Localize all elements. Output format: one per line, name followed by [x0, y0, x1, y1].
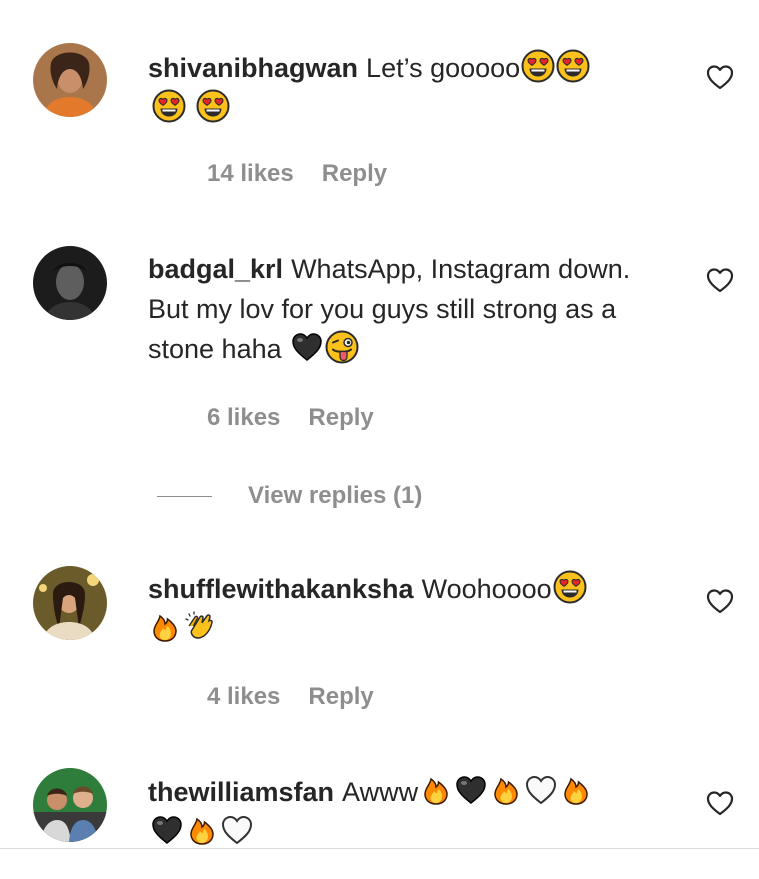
- view-replies-button[interactable]: View replies (1): [157, 482, 422, 510]
- heart-eyes-emoji-icon: [521, 49, 555, 83]
- fire-emoji-icon: [148, 610, 182, 644]
- like-heart-icon[interactable]: [705, 265, 735, 295]
- reply-button[interactable]: Reply: [308, 404, 373, 431]
- clapping-hands-emoji-icon: [183, 610, 217, 644]
- like-heart-icon[interactable]: [705, 788, 735, 818]
- avatar[interactable]: [33, 566, 107, 640]
- comment-body: Awww: [342, 777, 419, 807]
- divider: [0, 848, 759, 849]
- comment-meta: 14 likes Reply: [207, 160, 415, 188]
- divider-line: [157, 496, 212, 498]
- heart-eyes-emoji-icon: [553, 570, 587, 604]
- likes-count[interactable]: 14 likes: [207, 160, 294, 187]
- comment-body: Let’s gooooo: [366, 53, 521, 83]
- white-heart-emoji-icon: [524, 773, 558, 807]
- username[interactable]: badgal_krl: [148, 254, 283, 284]
- white-heart-emoji-icon: [220, 813, 254, 847]
- comment-body: Woohoooo: [421, 574, 552, 604]
- fire-emoji-icon: [559, 773, 593, 807]
- black-heart-emoji-icon: [290, 330, 324, 364]
- heart-eyes-emoji-icon: [152, 89, 186, 123]
- avatar[interactable]: [33, 768, 107, 842]
- like-heart-icon[interactable]: [705, 62, 735, 92]
- black-heart-emoji-icon: [454, 773, 488, 807]
- fire-emoji-icon: [419, 773, 453, 807]
- view-replies-label[interactable]: View replies (1): [248, 482, 422, 509]
- username[interactable]: shivanibhagwan: [148, 53, 358, 83]
- winking-tongue-emoji-icon: [325, 330, 359, 364]
- heart-eyes-emoji-icon: [556, 49, 590, 83]
- avatar[interactable]: [33, 43, 107, 117]
- like-heart-icon[interactable]: [705, 586, 735, 616]
- heart-eyes-emoji-icon: [196, 89, 230, 123]
- username[interactable]: shufflewithakanksha: [148, 574, 414, 604]
- comment-meta: 4 likes Reply: [207, 683, 402, 711]
- comment-text: shivanibhagwan Let’s gooooo: [148, 48, 668, 128]
- likes-count[interactable]: 4 likes: [207, 683, 280, 710]
- avatar[interactable]: [33, 246, 107, 320]
- username[interactable]: thewilliamsfan: [148, 777, 334, 807]
- comment-text: shufflewithakanksha Woohoooo: [148, 569, 668, 649]
- fire-emoji-icon: [185, 813, 219, 847]
- reply-button[interactable]: Reply: [322, 160, 387, 187]
- black-heart-emoji-icon: [150, 813, 184, 847]
- comment-meta: 6 likes Reply: [207, 404, 402, 432]
- comment-text: thewilliamsfan Awww: [148, 772, 668, 852]
- comment-text: badgal_krl WhatsApp, Instagram down. But …: [148, 249, 658, 369]
- fire-emoji-icon: [489, 773, 523, 807]
- reply-button[interactable]: Reply: [308, 683, 373, 710]
- likes-count[interactable]: 6 likes: [207, 404, 280, 431]
